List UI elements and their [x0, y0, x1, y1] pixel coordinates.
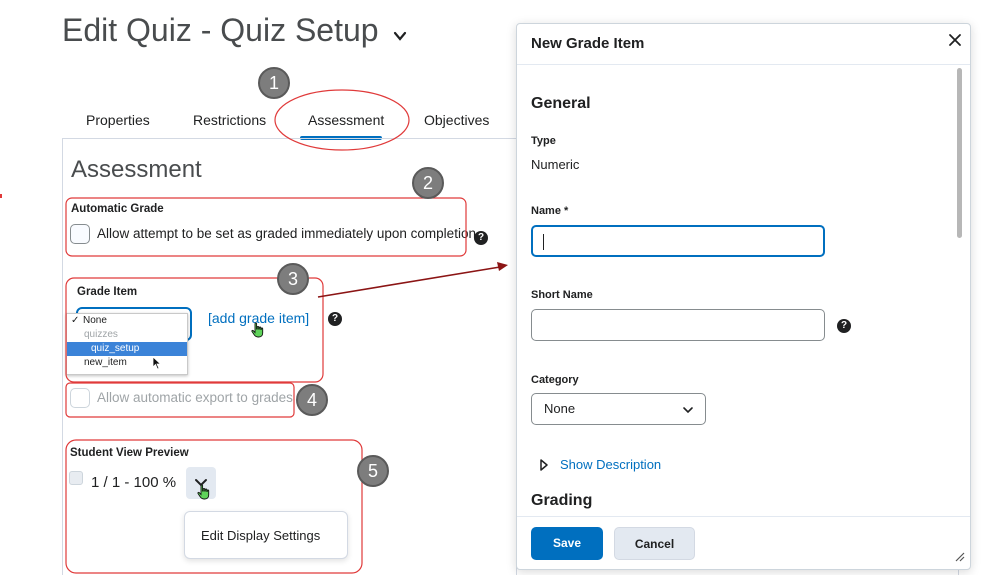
automatic-grade-label: Automatic Grade — [71, 203, 164, 215]
help-icon[interactable]: ? — [328, 312, 342, 326]
dropdown-option-selected[interactable]: quiz_setup — [67, 342, 187, 356]
scrollbar-thumb[interactable] — [957, 68, 962, 238]
display-settings-menu: Edit Display Settings — [184, 511, 348, 559]
dialog-header-divider — [517, 64, 970, 65]
dropdown-option[interactable]: new_item — [67, 356, 187, 370]
pointer-hand-icon — [251, 322, 264, 338]
tab-restrictions[interactable]: Restrictions — [193, 112, 266, 128]
triangle-right-icon[interactable] — [539, 458, 549, 472]
chevron-down-icon[interactable] — [392, 28, 408, 44]
category-select[interactable]: None — [531, 393, 706, 425]
dropdown-option[interactable]: ✓ None — [67, 314, 187, 328]
chevron-down-icon — [683, 407, 693, 414]
dialog-scrollbar[interactable] — [955, 64, 965, 514]
tab-properties[interactable]: Properties — [86, 112, 150, 128]
edit-display-settings-item[interactable]: Edit Display Settings — [201, 528, 320, 543]
automatic-grade-checkbox[interactable] — [70, 224, 90, 244]
edge-mark — [0, 194, 2, 198]
option-label: None — [83, 315, 107, 326]
tab-assessment[interactable]: Assessment — [308, 112, 384, 128]
help-icon[interactable]: ? — [837, 319, 851, 333]
student-view-label: Student View Preview — [70, 447, 189, 459]
dialog-footer-divider — [517, 516, 970, 517]
grading-heading: Grading — [531, 492, 593, 509]
export-grades-text: Allow automatic export to grades — [97, 390, 293, 405]
short-name-label: Short Name — [531, 289, 593, 301]
resize-grip-icon[interactable] — [953, 550, 965, 562]
type-label: Type — [531, 135, 556, 147]
section-heading: Assessment — [71, 156, 202, 183]
help-icon[interactable]: ? — [474, 231, 488, 245]
grade-item-label: Grade Item — [77, 286, 138, 298]
cancel-button[interactable]: Cancel — [614, 527, 695, 560]
callout-5: 5 — [357, 455, 389, 487]
category-label: Category — [531, 374, 579, 386]
name-label: Name * — [531, 205, 569, 217]
automatic-grade-text: Allow attempt to be set as graded immedi… — [97, 226, 476, 241]
callout-1: 1 — [258, 67, 290, 99]
pointer-hand-icon — [197, 484, 210, 500]
tab-objectives[interactable]: Objectives — [424, 112, 489, 128]
name-input[interactable] — [531, 225, 825, 257]
dropdown-group-label: quizzes — [84, 329, 118, 340]
short-name-input[interactable] — [531, 309, 825, 341]
save-button[interactable]: Save — [531, 527, 603, 560]
preview-checkbox[interactable] — [69, 471, 83, 485]
text-caret — [543, 234, 544, 250]
dialog-title: New Grade Item — [531, 35, 645, 52]
check-mark: ✓ — [71, 315, 80, 326]
callout-2: 2 — [412, 167, 444, 199]
category-select-value: None — [544, 401, 576, 416]
general-heading: General — [531, 95, 591, 112]
page-title: Edit Quiz - Quiz Setup — [62, 12, 379, 48]
export-grades-checkbox[interactable] — [70, 388, 90, 408]
show-description-link[interactable]: Show Description — [560, 457, 661, 472]
new-grade-item-dialog: New Grade Item General Type Numeric Name… — [516, 23, 971, 570]
score-text: 1 / 1 - 100 % — [91, 474, 177, 491]
callout-4: 4 — [296, 384, 328, 416]
cursor-arrow-icon — [152, 356, 162, 370]
grade-item-dropdown[interactable]: ✓ None quizzes quiz_setup new_item — [66, 313, 188, 375]
type-value: Numeric — [531, 157, 580, 172]
close-icon[interactable] — [947, 32, 963, 48]
callout-3: 3 — [277, 263, 309, 295]
